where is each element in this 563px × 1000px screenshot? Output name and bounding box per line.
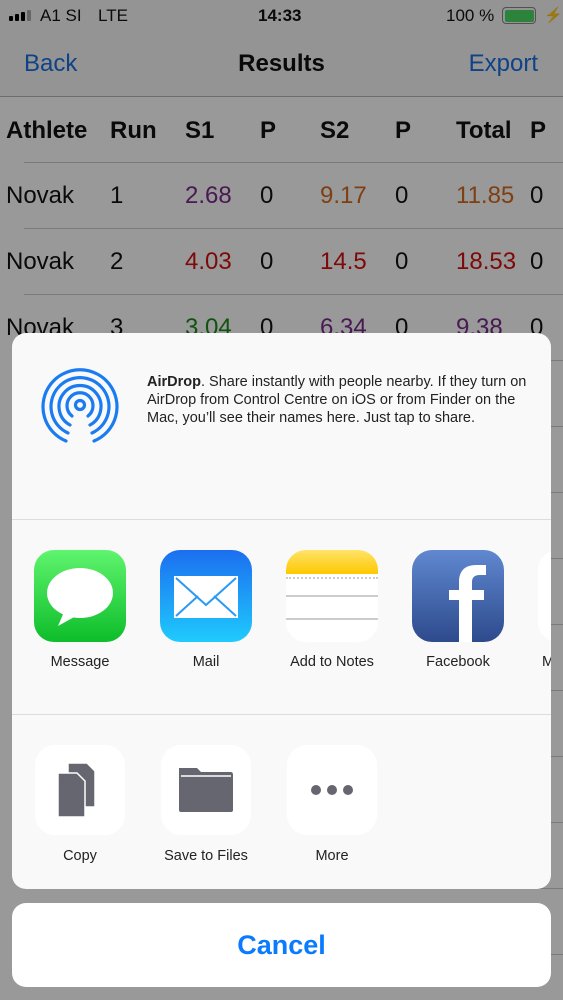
action-save-to-files[interactable]: Save to Files	[150, 745, 262, 864]
app-label: Mail	[192, 654, 220, 670]
share-apps-row: Message Mail Add to Notes Facebook M	[12, 521, 551, 715]
message-icon	[34, 550, 126, 642]
app-label: Facebook	[426, 654, 490, 670]
app-label: Add to Notes	[290, 654, 374, 670]
share-app-notes[interactable]: Add to Notes	[276, 550, 388, 670]
folder-icon	[161, 745, 251, 835]
notes-icon	[286, 550, 378, 642]
share-app-partial[interactable]: M	[528, 550, 551, 670]
app-label: M	[542, 654, 551, 670]
airdrop-description: AirDrop. Share instantly with people nea…	[147, 373, 527, 427]
airdrop-title: AirDrop	[147, 374, 201, 390]
action-label: More	[315, 848, 349, 864]
share-sheet: AirDrop. Share instantly with people nea…	[12, 333, 551, 889]
mail-icon	[160, 550, 252, 642]
app-label: Message	[50, 654, 110, 670]
action-copy[interactable]: Copy	[24, 745, 136, 864]
action-more[interactable]: More	[276, 745, 388, 864]
airdrop-text: . Share instantly with people nearby. If…	[147, 374, 527, 426]
airdrop-section[interactable]: AirDrop. Share instantly with people nea…	[12, 333, 551, 520]
share-actions-row: Copy Save to Files More	[12, 716, 551, 889]
more-icon	[287, 745, 377, 835]
facebook-icon	[412, 550, 504, 642]
cancel-button[interactable]: Cancel	[12, 903, 551, 987]
partial-app-icon	[538, 550, 551, 642]
airdrop-icon	[41, 368, 119, 443]
action-label: Save to Files	[164, 848, 248, 864]
share-app-mail[interactable]: Mail	[150, 550, 262, 670]
copy-icon	[35, 745, 125, 835]
action-label: Copy	[63, 848, 97, 864]
share-app-facebook[interactable]: Facebook	[402, 550, 514, 670]
share-app-message[interactable]: Message	[24, 550, 136, 670]
